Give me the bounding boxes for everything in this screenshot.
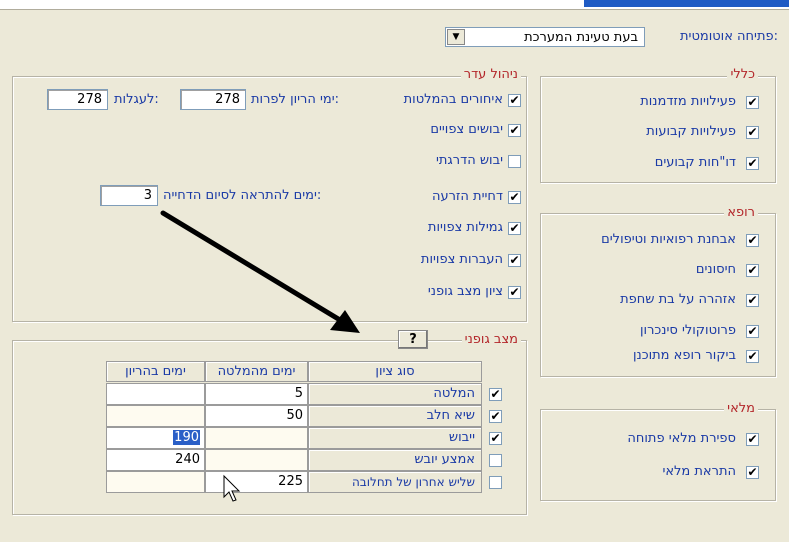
arrow-icon	[160, 210, 360, 502]
mouse-cursor-icon	[223, 474, 241, 502]
arrow-shaft	[160, 210, 343, 323]
arrow-head	[330, 310, 360, 333]
